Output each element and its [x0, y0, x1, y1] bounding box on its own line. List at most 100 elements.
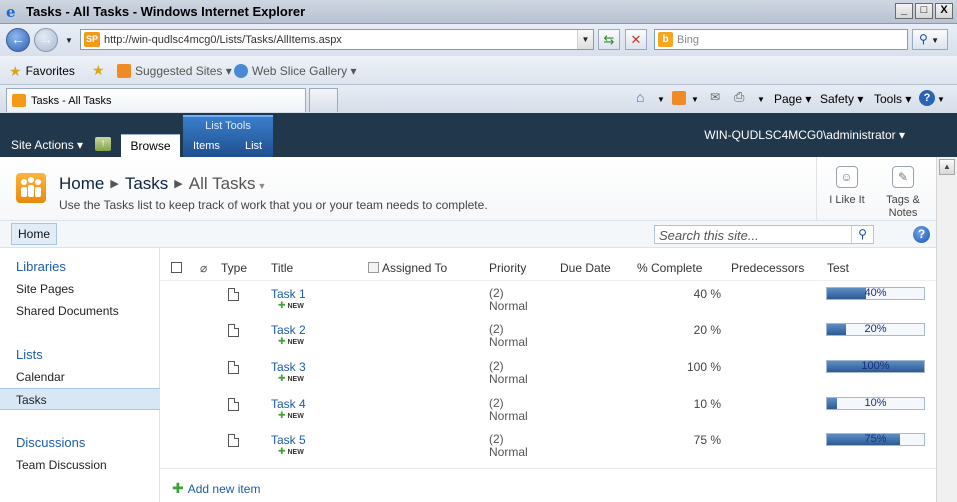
task-pct-complete: 100 %: [686, 360, 721, 374]
refresh-button[interactable]: ⇆: [598, 29, 620, 50]
breadcrumb: Home ▶ Tasks ▶ All Tasks ▼: [59, 174, 266, 194]
i-like-it-button[interactable]: ☺ I Like It: [816, 157, 876, 221]
search-options-dropdown-icon[interactable]: ▼: [931, 36, 939, 45]
quick-launch-calendar[interactable]: Calendar: [16, 370, 65, 384]
task-title-link[interactable]: Task 5: [271, 433, 306, 447]
user-menu[interactable]: WIN-QUDLSC4MCG0\administrator ▾: [704, 128, 905, 142]
favorites-button[interactable]: ★ Favorites: [9, 64, 75, 78]
safety-menu[interactable]: Safety ▾: [820, 92, 863, 106]
tags-notes-button[interactable]: ✎ Tags & Notes: [876, 157, 930, 221]
read-mail-icon[interactable]: ✉: [710, 90, 720, 104]
home-icon[interactable]: ⌂: [636, 89, 644, 105]
page-menu[interactable]: Page ▾: [774, 92, 811, 106]
page-scrollbar[interactable]: ▲: [936, 157, 957, 502]
url-dropdown-icon[interactable]: ▼: [577, 30, 593, 49]
recent-pages-dropdown-icon[interactable]: ▼: [65, 36, 73, 45]
back-button[interactable]: ←: [6, 28, 30, 52]
browser-tab-tasks[interactable]: Tasks - All Tasks: [6, 88, 306, 112]
page-description: Use the Tasks list to keep track of work…: [59, 198, 488, 212]
tags-notes-icon: ✎: [892, 166, 914, 188]
header-divider: [160, 280, 936, 281]
new-tab-button[interactable]: [309, 88, 338, 112]
help-dropdown-icon[interactable]: ▼: [937, 95, 945, 104]
assigned-to-checkbox[interactable]: [368, 262, 379, 273]
task-priority-label: Normal: [489, 372, 528, 386]
quick-launch-lists[interactable]: Lists: [16, 347, 43, 362]
breadcrumb-home[interactable]: Home: [59, 174, 104, 193]
add-to-favorites-bar-button[interactable]: ★: [92, 63, 105, 77]
ribbon-tab-browse[interactable]: Browse: [121, 134, 180, 157]
breadcrumb-separator-icon: ▶: [174, 178, 183, 190]
quick-launch-team-discussion[interactable]: Team Discussion: [16, 458, 107, 472]
print-dropdown-icon[interactable]: ▼: [757, 95, 765, 104]
suggested-sites-link[interactable]: Suggested Sites ▾: [117, 64, 232, 78]
task-title-link[interactable]: Task 2: [271, 323, 306, 337]
task-title-link[interactable]: Task 4: [271, 397, 306, 411]
address-bar: ← → ▼ SP http://win-qudlsc4mcg0/Lists/Ta…: [0, 24, 957, 56]
quick-launch: Libraries Site Pages Shared Documents Li…: [0, 248, 160, 502]
quick-launch-tasks[interactable]: Tasks: [0, 388, 160, 410]
site-logo-icon[interactable]: [16, 173, 46, 203]
select-all-checkbox[interactable]: [171, 262, 182, 273]
new-badge-icon: ✚: [278, 410, 286, 420]
forward-button[interactable]: →: [34, 28, 58, 52]
new-badge-label: NEW: [287, 376, 304, 383]
window-title-bar: e Tasks - All Tasks - Windows Internet E…: [0, 0, 957, 24]
attachment-icon: ⌀: [200, 261, 208, 275]
site-search-input[interactable]: Search this site... ⚲: [654, 225, 874, 244]
ribbon-tab-items[interactable]: Items: [193, 140, 220, 152]
task-title-link[interactable]: Task 3: [271, 360, 306, 374]
close-window-button[interactable]: X: [935, 3, 953, 19]
print-icon[interactable]: ⎙: [734, 89, 744, 105]
column-title[interactable]: Title: [271, 261, 293, 275]
quick-launch-shared-documents[interactable]: Shared Documents: [16, 304, 119, 318]
feeds-icon[interactable]: [672, 91, 686, 105]
task-type-icon: [228, 324, 239, 337]
web-search-input[interactable]: b Bing: [654, 29, 908, 50]
help-icon[interactable]: ?: [913, 226, 930, 243]
column-due-date[interactable]: Due Date: [560, 261, 611, 275]
tab-favicon-icon: [12, 94, 26, 107]
minimize-button[interactable]: _: [895, 3, 913, 19]
site-search-icon[interactable]: ⚲: [851, 226, 873, 243]
column-predecessors[interactable]: Predecessors: [731, 261, 804, 275]
maximize-button[interactable]: □: [915, 3, 933, 19]
topnav-home-tab[interactable]: Home: [11, 223, 58, 245]
ie-help-icon[interactable]: ?: [919, 90, 935, 106]
breadcrumb-view[interactable]: All Tasks: [189, 174, 256, 193]
scroll-up-button[interactable]: ▲: [939, 159, 955, 175]
column-pct-complete[interactable]: % Complete: [637, 261, 702, 275]
column-type[interactable]: Type: [221, 261, 247, 275]
breadcrumb-separator-icon: ▶: [110, 178, 119, 190]
url-field[interactable]: SP http://win-qudlsc4mcg0/Lists/Tasks/Al…: [80, 29, 594, 50]
favorites-bar: ★ Favorites ★ Suggested Sites ▾ Web Slic…: [0, 56, 957, 85]
navigate-up-icon[interactable]: ↑: [95, 137, 111, 151]
top-navigation: Home Search this site... ⚲ ?: [0, 221, 936, 248]
ribbon-tab-list[interactable]: List: [245, 140, 262, 152]
web-slice-gallery-link[interactable]: Web Slice Gallery ▾: [234, 64, 357, 78]
quick-launch-site-pages[interactable]: Site Pages: [16, 282, 74, 296]
quick-launch-libraries[interactable]: Libraries: [16, 259, 66, 274]
home-dropdown-icon[interactable]: ▼: [657, 95, 665, 104]
view-dropdown-icon[interactable]: ▼: [258, 181, 267, 191]
column-priority[interactable]: Priority: [489, 261, 526, 275]
tags-notes-label-1: Tags &: [886, 194, 920, 206]
task-title-link[interactable]: Task 1: [271, 287, 306, 301]
add-new-item-link[interactable]: ✚ Add new item: [172, 480, 260, 497]
breadcrumb-tasks[interactable]: Tasks: [125, 174, 168, 193]
site-actions-menu[interactable]: Site Actions ▾: [11, 138, 83, 152]
task-priority-label: Normal: [489, 335, 528, 349]
quick-launch-discussions[interactable]: Discussions: [16, 435, 85, 450]
new-badge-label: NEW: [287, 449, 304, 456]
favorites-star-icon: ★: [9, 63, 22, 79]
web-search-button[interactable]: ⚲ ▼: [912, 29, 948, 50]
feeds-dropdown-icon[interactable]: ▼: [691, 95, 699, 104]
column-test[interactable]: Test: [827, 261, 849, 275]
tools-menu[interactable]: Tools ▾: [874, 92, 911, 106]
sharepoint-page: Home ▶ Tasks ▶ All Tasks ▼ Use the Tasks list…: [0, 157, 936, 502]
column-assigned-to[interactable]: Assigned To: [382, 261, 447, 275]
stop-button[interactable]: ✕: [625, 29, 647, 50]
suggested-sites-icon: [117, 64, 131, 78]
i-like-it-label: I Like It: [829, 194, 865, 206]
window-title: Tasks - All Tasks - Windows Internet Exp…: [26, 4, 306, 19]
